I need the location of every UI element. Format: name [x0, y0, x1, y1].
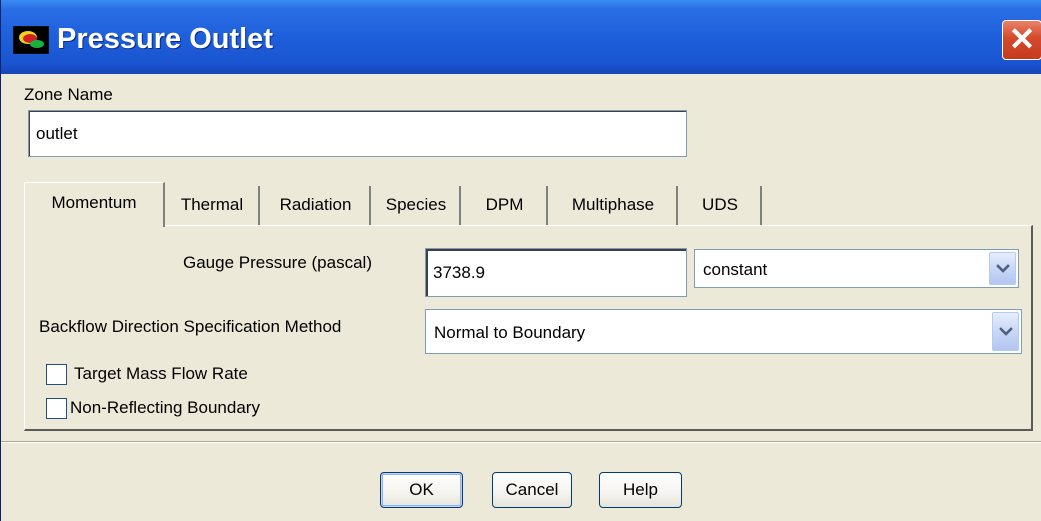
gauge-pressure-profile-select[interactable]: constant [694, 249, 1019, 288]
chevron-down-icon[interactable] [992, 312, 1019, 351]
cancel-button[interactable]: Cancel [492, 472, 572, 508]
close-button[interactable]: ✕ [1002, 20, 1041, 60]
tab-thermal[interactable]: Thermal [166, 186, 260, 225]
close-icon: ✕ [1008, 21, 1036, 57]
pressure-outlet-dialog: Pressure Outlet ✕ Zone Name Momentum The… [0, 0, 1041, 521]
chevron-down-icon[interactable] [989, 252, 1016, 285]
backflow-method-label: Backflow Direction Specification Method [39, 317, 342, 336]
zone-name-label: Zone Name [24, 85, 113, 104]
backflow-method-value: Normal to Boundary [434, 323, 586, 342]
zone-name-input[interactable] [28, 110, 687, 157]
tab-dpm[interactable]: DPM [463, 186, 548, 225]
fluent-app-icon [13, 26, 49, 54]
window-title: Pressure Outlet [57, 23, 273, 55]
ok-button[interactable]: OK [380, 472, 463, 508]
non-reflecting-label: Non-Reflecting Boundary [70, 398, 260, 417]
non-reflecting-checkbox[interactable] [46, 398, 67, 419]
tab-multiphase[interactable]: Multiphase [550, 186, 678, 225]
gauge-pressure-label: Gauge Pressure (pascal) [183, 253, 372, 272]
target-mass-flow-checkbox[interactable] [46, 364, 67, 385]
tab-uds[interactable]: UDS [680, 186, 762, 225]
tab-radiation[interactable]: Radiation [262, 186, 371, 225]
button-separator [1, 441, 1041, 443]
tab-momentum[interactable]: Momentum [24, 182, 165, 227]
help-button[interactable]: Help [599, 472, 682, 508]
gauge-pressure-input[interactable] [425, 248, 687, 297]
gauge-pressure-profile-value: constant [703, 260, 768, 279]
tab-species[interactable]: Species [373, 186, 461, 225]
backflow-method-select[interactable]: Normal to Boundary [425, 309, 1022, 354]
target-mass-flow-label: Target Mass Flow Rate [74, 364, 248, 383]
title-bar[interactable]: Pressure Outlet ✕ [1, 0, 1041, 74]
